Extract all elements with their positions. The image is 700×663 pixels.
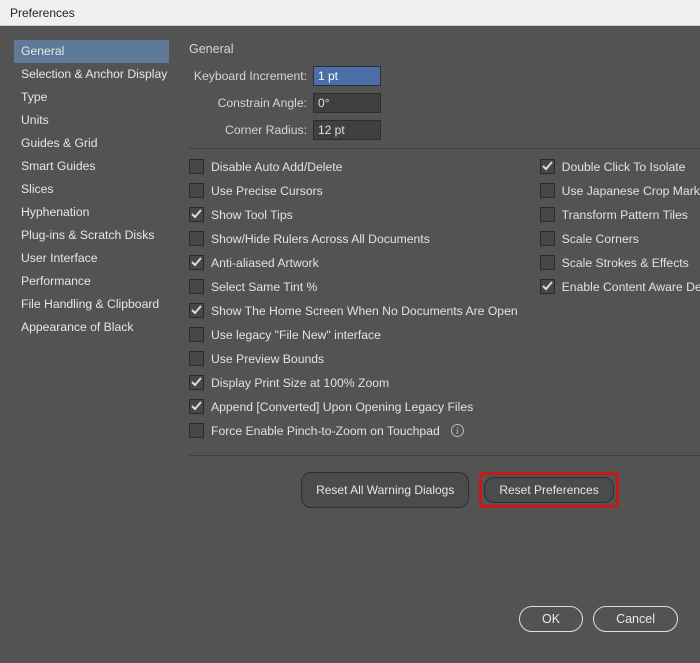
field-constrain-angle: Constrain Angle:	[189, 93, 700, 113]
keyboard-increment-input[interactable]	[313, 66, 381, 86]
checkbox-row[interactable]: Display Print Size at 100% Zoom	[189, 375, 518, 390]
sidebar-item[interactable]: User Interface	[14, 247, 169, 270]
reset-buttons-row: Reset All Warning Dialogs Reset Preferen…	[189, 472, 700, 508]
reset-all-warning-dialogs-button[interactable]: Reset All Warning Dialogs	[301, 472, 469, 508]
checkbox-label: Show The Home Screen When No Documents A…	[211, 304, 518, 318]
sidebar-item[interactable]: General	[14, 40, 169, 63]
checkbox-label: Force Enable Pinch-to-Zoom on Touchpad	[211, 424, 440, 438]
checkbox[interactable]	[540, 207, 555, 222]
checkbox[interactable]	[189, 159, 204, 174]
checkbox-label: Show Tool Tips	[211, 208, 293, 222]
checkbox-row[interactable]: Show The Home Screen When No Documents A…	[189, 303, 518, 318]
checkbox-row[interactable]: Use Precise Cursors	[189, 183, 518, 198]
sidebar-item[interactable]: Guides & Grid	[14, 132, 169, 155]
window-title: Preferences	[10, 6, 75, 20]
sidebar-item[interactable]: Performance	[14, 270, 169, 293]
checkbox-row[interactable]: Show/Hide Rulers Across All Documents	[189, 231, 518, 246]
checkbox-row[interactable]: Double Click To Isolate	[540, 159, 700, 174]
checkbox[interactable]	[540, 231, 555, 246]
highlight-annotation: Reset Preferences	[479, 472, 618, 508]
checkbox-row[interactable]: Enable Content Aware Defaults	[540, 279, 700, 294]
checkbox[interactable]	[189, 183, 204, 198]
checkbox-label: Select Same Tint %	[211, 280, 317, 294]
sidebar-item[interactable]: Units	[14, 109, 169, 132]
checkbox-row[interactable]: Disable Auto Add/Delete	[189, 159, 518, 174]
checkbox-label: Show/Hide Rulers Across All Documents	[211, 232, 430, 246]
checkbox-label: Use Japanese Crop Marks	[562, 184, 700, 198]
checkbox[interactable]	[189, 279, 204, 294]
checkbox-label: Transform Pattern Tiles	[562, 208, 688, 222]
checkbox-label: Append [Converted] Upon Opening Legacy F…	[211, 400, 473, 414]
checkbox[interactable]	[189, 399, 204, 414]
divider	[189, 148, 700, 149]
field-keyboard-increment: Keyboard Increment:	[189, 66, 700, 86]
checkbox-row[interactable]: Anti-aliased Artwork	[189, 255, 518, 270]
checkbox[interactable]	[540, 279, 555, 294]
checkbox-row[interactable]: Use Japanese Crop Marks	[540, 183, 700, 198]
checkbox-label: Use Preview Bounds	[211, 352, 324, 366]
field-label: Constrain Angle:	[189, 96, 307, 110]
checkbox-row[interactable]: Transform Pattern Tiles	[540, 207, 700, 222]
checkbox[interactable]	[189, 255, 204, 270]
cancel-button[interactable]: Cancel	[593, 606, 678, 632]
checkbox[interactable]	[189, 303, 204, 318]
checkbox-row[interactable]: Select Same Tint %	[189, 279, 518, 294]
sidebar-item[interactable]: Slices	[14, 178, 169, 201]
corner-radius-input[interactable]	[313, 120, 381, 140]
checkbox-columns: Disable Auto Add/Delete Use Precise Curso…	[189, 159, 700, 447]
checkbox-label: Anti-aliased Artwork	[211, 256, 319, 270]
checkbox[interactable]	[540, 159, 555, 174]
info-icon[interactable]: i	[451, 424, 464, 437]
panel-title: General	[189, 40, 700, 66]
checkbox[interactable]	[189, 351, 204, 366]
sidebar-item[interactable]: Hyphenation	[14, 201, 169, 224]
checkbox[interactable]	[189, 423, 204, 438]
checkbox-row[interactable]: Use Preview Bounds	[189, 351, 518, 366]
checkbox-column-right: Double Click To Isolate Use Japanese Crop…	[540, 159, 700, 447]
checkbox-label: Use legacy "File New" interface	[211, 328, 381, 342]
constrain-angle-input[interactable]	[313, 93, 381, 113]
checkbox-label: Display Print Size at 100% Zoom	[211, 376, 389, 390]
sidebar-item[interactable]: Appearance of Black	[14, 316, 169, 339]
category-sidebar: GeneralSelection & Anchor DisplayTypeUni…	[14, 40, 169, 592]
checkbox[interactable]	[189, 375, 204, 390]
field-corner-radius: Corner Radius:	[189, 120, 700, 140]
dialog-content: GeneralSelection & Anchor DisplayTypeUni…	[0, 26, 700, 606]
checkbox-label: Double Click To Isolate	[562, 160, 686, 174]
reset-preferences-button[interactable]: Reset Preferences	[484, 477, 613, 503]
field-label: Keyboard Increment:	[189, 69, 307, 83]
checkbox-label: Disable Auto Add/Delete	[211, 160, 342, 174]
checkbox-label: Use Precise Cursors	[211, 184, 323, 198]
checkbox[interactable]	[189, 207, 204, 222]
dialog-footer: OK Cancel	[0, 606, 700, 632]
sidebar-item[interactable]: Selection & Anchor Display	[14, 63, 169, 86]
sidebar-item[interactable]: Type	[14, 86, 169, 109]
checkbox[interactable]	[189, 231, 204, 246]
sidebar-item[interactable]: Smart Guides	[14, 155, 169, 178]
sidebar-item[interactable]: Plug-ins & Scratch Disks	[14, 224, 169, 247]
checkbox[interactable]	[540, 183, 555, 198]
checkbox-label: Scale Corners	[562, 232, 639, 246]
checkbox-row[interactable]: Use legacy "File New" interface	[189, 327, 518, 342]
checkbox-row[interactable]: Force Enable Pinch-to-Zoom on Touchpad i	[189, 423, 518, 438]
checkbox-label: Scale Strokes & Effects	[562, 256, 689, 270]
divider	[189, 455, 700, 456]
checkbox-row[interactable]: Show Tool Tips	[189, 207, 518, 222]
sidebar-item[interactable]: File Handling & Clipboard	[14, 293, 169, 316]
checkbox-row[interactable]: Scale Corners	[540, 231, 700, 246]
checkbox[interactable]	[189, 327, 204, 342]
field-label: Corner Radius:	[189, 123, 307, 137]
checkbox-row[interactable]: Scale Strokes & Effects	[540, 255, 700, 270]
ok-button[interactable]: OK	[519, 606, 583, 632]
panel-general: General Keyboard Increment: Constrain An…	[183, 40, 700, 592]
checkbox-label: Enable Content Aware Defaults	[562, 280, 700, 294]
checkbox-row[interactable]: Append [Converted] Upon Opening Legacy F…	[189, 399, 518, 414]
checkbox[interactable]	[540, 255, 555, 270]
checkbox-column-left: Disable Auto Add/Delete Use Precise Curso…	[189, 159, 518, 447]
window-titlebar: Preferences	[0, 0, 700, 26]
